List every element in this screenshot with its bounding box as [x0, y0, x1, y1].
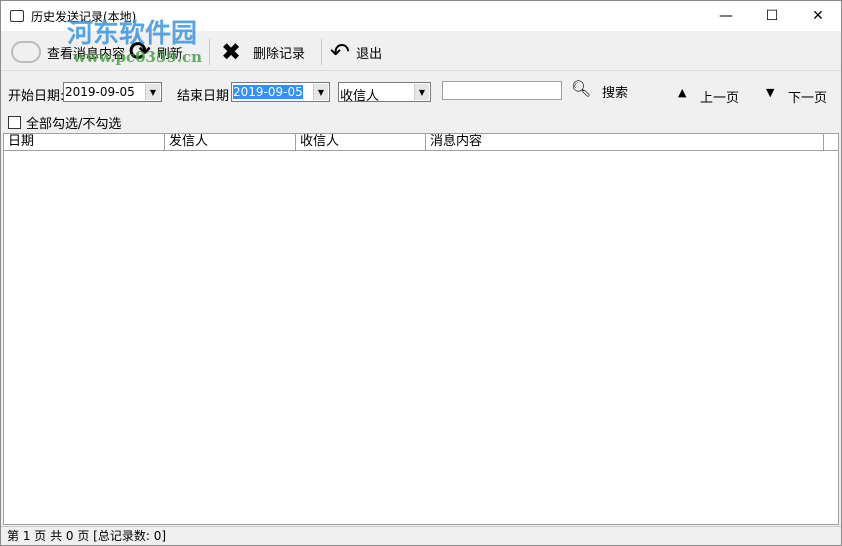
- delete-record-button[interactable]: ✖ 删除记录: [221, 37, 305, 67]
- next-page-button[interactable]: 下一页: [788, 87, 827, 106]
- status-bar: 第 1 页 共 0 页 [总记录数: 0]: [1, 526, 841, 545]
- toolbar-separator: [321, 39, 322, 65]
- end-date-value: 2019-09-05: [233, 85, 303, 99]
- toolbar: 查看消息内容 ⟳ 刷新 ✖ 删除记录 ↶ 退出: [1, 31, 841, 71]
- triangle-down-icon[interactable]: ▼: [766, 86, 774, 99]
- undo-arrow-icon: ↶: [330, 38, 351, 66]
- select-all-label: 全部勾选/不勾选: [26, 117, 122, 132]
- dropdown-arrow-icon[interactable]: ▼: [414, 84, 429, 100]
- history-window: 历史发送记录(本地) — ☐ ✕ 查看消息内容 ⟳ 刷新 ✖ 删除记录 ↶ 退出…: [0, 0, 842, 546]
- records-table[interactable]: 日期 发信人 收信人 消息内容: [3, 133, 839, 525]
- toolbar-separator: [209, 39, 210, 65]
- app-icon: [10, 10, 24, 22]
- exit-label: 退出: [356, 46, 383, 62]
- column-recipient[interactable]: 收信人: [296, 134, 426, 150]
- start-date-value: 2019-09-05: [65, 85, 135, 99]
- field-select[interactable]: 收信人 ▼: [338, 82, 431, 104]
- end-date-label: 结束日期: [177, 89, 230, 104]
- triangle-up-icon[interactable]: ▲: [678, 86, 686, 99]
- magnifier-icon[interactable]: 🔍︎: [571, 79, 591, 98]
- filter-bar: 开始日期: 2019-09-05 ▼ 结束日期 2019-09-05 ▼ 收信人…: [1, 79, 841, 106]
- close-button[interactable]: ✕: [795, 1, 841, 31]
- column-date[interactable]: 日期: [4, 134, 165, 150]
- chat-bubble-icon: [11, 41, 41, 63]
- prev-page-button[interactable]: 上一页: [700, 87, 739, 106]
- dropdown-arrow-icon[interactable]: ▼: [313, 84, 328, 100]
- refresh-label: 刷新: [156, 46, 183, 62]
- minimize-button[interactable]: —: [703, 1, 749, 31]
- delete-label: 删除记录: [253, 46, 306, 62]
- window-title: 历史发送记录(本地): [31, 9, 137, 24]
- refresh-icon: ⟳: [129, 37, 151, 67]
- end-date-picker[interactable]: 2019-09-05 ▼: [231, 82, 330, 102]
- exit-button[interactable]: ↶ 退出: [330, 37, 382, 67]
- table-header: 日期 发信人 收信人 消息内容: [4, 134, 838, 151]
- search-input[interactable]: [442, 81, 562, 100]
- view-message-label: 查看消息内容: [47, 46, 126, 62]
- start-date-picker[interactable]: 2019-09-05 ▼: [63, 82, 162, 102]
- dropdown-arrow-icon[interactable]: ▼: [145, 84, 160, 100]
- field-select-value: 收信人: [340, 89, 380, 104]
- search-button[interactable]: 搜索: [602, 82, 628, 101]
- column-sender[interactable]: 发信人: [165, 134, 296, 150]
- delete-x-icon: ✖: [221, 38, 242, 66]
- maximize-button[interactable]: ☐: [749, 1, 795, 31]
- column-content[interactable]: 消息内容: [426, 134, 824, 150]
- start-date-label: 开始日期:: [8, 89, 65, 104]
- view-message-button[interactable]: 查看消息内容: [11, 37, 125, 67]
- title-bar: 历史发送记录(本地) — ☐ ✕: [1, 1, 841, 31]
- select-all-checkbox[interactable]: 全部勾选/不勾选: [8, 113, 121, 132]
- refresh-button[interactable]: ⟳ 刷新: [129, 37, 183, 67]
- checkbox-box[interactable]: [8, 116, 21, 129]
